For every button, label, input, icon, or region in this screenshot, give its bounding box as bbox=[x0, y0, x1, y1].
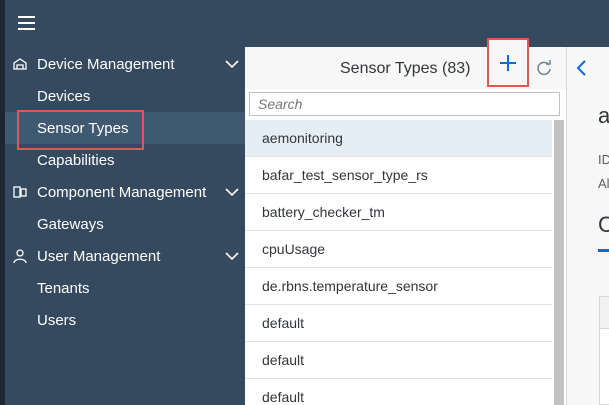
component-management-icon bbox=[12, 184, 28, 200]
list-item-label: aemonitoring bbox=[262, 130, 343, 146]
sensor-type-list: aemonitoring bafar_test_sensor_type_rs b… bbox=[245, 120, 552, 405]
list-item-label: default bbox=[262, 352, 305, 368]
highlight-box bbox=[17, 110, 144, 150]
tab-indicator bbox=[598, 249, 609, 252]
nav-group-label: User Management bbox=[37, 248, 161, 265]
nav-group-device-management[interactable]: Device Management bbox=[5, 48, 245, 80]
sidebar-item-label: Users bbox=[37, 312, 77, 329]
sidebar-item-label: Devices bbox=[37, 88, 91, 105]
chevron-down-icon[interactable] bbox=[225, 249, 239, 263]
sidebar-item-users[interactable]: Users bbox=[5, 304, 245, 336]
sidebar-item-tenants[interactable]: Tenants bbox=[5, 272, 245, 304]
nav-group-label: Component Management bbox=[37, 184, 207, 201]
list-item[interactable]: bafar_test_sensor_type_rs bbox=[245, 157, 552, 194]
search-input[interactable] bbox=[250, 93, 548, 115]
list-item-label: bafar_test_sensor_type_rs bbox=[262, 167, 428, 183]
add-button[interactable] bbox=[487, 38, 529, 87]
user-icon bbox=[12, 248, 28, 264]
sidebar-item-label: Capabilities bbox=[37, 152, 115, 169]
detail-title: a bbox=[598, 103, 609, 128]
scrollbar-thumb[interactable] bbox=[554, 120, 564, 405]
master-list-panel: Sensor Types (83) aemonitoring bafar_tes… bbox=[245, 38, 566, 405]
list-item-label: de.rbns.temperature_sensor bbox=[262, 278, 438, 294]
hamburger-menu-icon[interactable] bbox=[18, 15, 35, 31]
list-item-label: default bbox=[262, 389, 305, 405]
nav-group-label: Device Management bbox=[37, 56, 175, 73]
list-item[interactable]: battery_checker_tm bbox=[245, 194, 552, 231]
list-item-label: cpuUsage bbox=[262, 241, 326, 257]
search-field[interactable] bbox=[249, 92, 560, 116]
sidebar-item-label: Tenants bbox=[37, 280, 90, 297]
list-item[interactable]: aemonitoring bbox=[245, 120, 552, 157]
side-navigation: Device Management Devices Sensor Types C… bbox=[5, 47, 245, 405]
sidebar-item-label: Gateways bbox=[37, 216, 104, 233]
sidebar-item-gateways[interactable]: Gateways bbox=[5, 208, 245, 240]
nav-group-user-management[interactable]: User Management bbox=[5, 240, 245, 272]
list-item-label: default bbox=[262, 315, 305, 331]
nav-group-component-management[interactable]: Component Management bbox=[5, 176, 245, 208]
detail-meta-alt: Al bbox=[598, 176, 609, 191]
list-item[interactable]: default bbox=[245, 305, 552, 342]
tab-capabilities[interactable]: C bbox=[598, 213, 609, 237]
list-item[interactable]: default bbox=[245, 342, 552, 379]
page-title: Sensor Types (83) bbox=[340, 60, 471, 77]
list-item[interactable]: cpuUsage bbox=[245, 231, 552, 268]
detail-meta-id: ID bbox=[598, 152, 609, 167]
chevron-down-icon[interactable] bbox=[225, 185, 239, 199]
chevron-left-icon[interactable] bbox=[575, 59, 589, 77]
sidebar-item-devices[interactable]: Devices bbox=[5, 80, 245, 112]
list-item[interactable]: de.rbns.temperature_sensor bbox=[245, 268, 552, 305]
chevron-down-icon[interactable] bbox=[225, 57, 239, 71]
list-item[interactable]: default bbox=[245, 379, 552, 405]
device-management-icon bbox=[12, 56, 28, 72]
plus-icon bbox=[500, 55, 516, 71]
list-item-label: battery_checker_tm bbox=[262, 204, 385, 220]
detail-table-header bbox=[600, 297, 609, 329]
master-header: Sensor Types (83) bbox=[245, 38, 566, 89]
refresh-icon[interactable] bbox=[535, 59, 553, 77]
detail-panel: a ID Al C bbox=[566, 47, 609, 405]
